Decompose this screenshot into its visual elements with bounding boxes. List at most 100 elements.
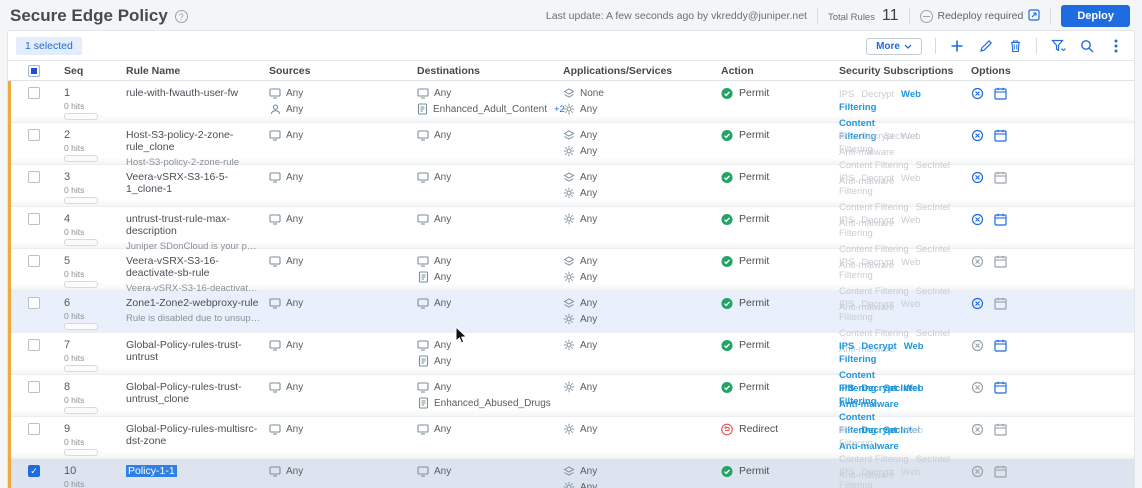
scheduler-icon[interactable] [971, 171, 985, 185]
options-cell [967, 171, 1134, 189]
redeploy-details-icon[interactable] [1028, 9, 1040, 24]
calendar-icon[interactable] [994, 297, 1008, 311]
deploy-button[interactable]: Deploy [1061, 5, 1130, 27]
more-button[interactable]: More [866, 38, 922, 55]
subscription-decrypt: Decrypt [861, 257, 894, 268]
applications-cell: Any [559, 213, 717, 229]
application-line: Any [563, 145, 713, 157]
row-checkbox[interactable] [28, 255, 40, 267]
rule-seq: 8 [64, 381, 118, 393]
action-label: Permit [739, 213, 769, 225]
calendar-icon[interactable] [994, 129, 1008, 143]
table-row[interactable]: 40 hitsuntrust-trust-rule-max-descriptio… [8, 207, 1134, 249]
file-icon [417, 271, 429, 283]
rule-name[interactable]: Global-Policy-rules-multisrc-dst-zone [126, 423, 261, 447]
help-icon[interactable]: ? [175, 10, 188, 23]
options-cell [967, 381, 1134, 399]
applications-cell: AnyAny [559, 465, 717, 488]
monitor-icon [269, 171, 281, 183]
filter-button[interactable] [1050, 38, 1066, 54]
calendar-icon[interactable] [994, 381, 1008, 395]
action-cell: Permit [717, 87, 835, 99]
row-checkbox[interactable] [28, 297, 40, 309]
gear-icon [563, 271, 575, 283]
scheduler-icon[interactable] [971, 465, 985, 479]
calendar-icon[interactable] [994, 339, 1008, 353]
action-cell: Permit [717, 465, 835, 477]
column-header-seq: Seq [60, 65, 122, 77]
row-checkbox[interactable] [28, 129, 40, 141]
row-checkbox[interactable] [28, 213, 40, 225]
row-checkbox[interactable] [28, 171, 40, 183]
edit-rule-button[interactable] [978, 38, 994, 54]
column-header-rule-name: Rule Name [122, 65, 265, 77]
rule-description: Host-S3-policy-2-zone-rule [126, 157, 261, 168]
divider [935, 38, 936, 54]
select-all-checkbox[interactable] [28, 65, 40, 77]
subscription-content-filtering: Content Filtering [839, 286, 909, 297]
add-rule-button[interactable] [949, 38, 965, 54]
apps-icon [563, 297, 575, 309]
file-icon [417, 355, 429, 367]
scheduler-icon[interactable] [971, 255, 985, 269]
row-checkbox[interactable] [28, 423, 40, 435]
rule-name[interactable]: Host-S3-policy-2-zone-rule_clone [126, 129, 261, 153]
application-line: Any [563, 129, 713, 141]
calendar-icon[interactable] [994, 171, 1008, 185]
search-button[interactable] [1079, 38, 1095, 54]
scheduler-icon[interactable] [971, 423, 985, 437]
table-row[interactable]: 10 hitsrule-with-fwauth-user-fwAnyAnyAny… [8, 81, 1134, 123]
row-checkbox[interactable] [28, 339, 40, 351]
table-row[interactable]: 90 hitsGlobal-Policy-rules-multisrc-dst-… [8, 417, 1134, 459]
last-update-text: Last update: A few seconds ago by vkredd… [546, 10, 807, 22]
rule-description: Juniper SDonCloud is your portal to Secu… [126, 241, 261, 252]
source-line: Any [269, 465, 409, 477]
scheduler-icon[interactable] [971, 129, 985, 143]
destination-line: Any [417, 381, 555, 393]
subscription-ips: IPS [839, 257, 854, 268]
column-header-sources: Sources [265, 65, 413, 77]
calendar-icon[interactable] [994, 213, 1008, 227]
rule-name[interactable]: Veera-vSRX-S3-16-deactivate-sb-rule [126, 255, 261, 279]
table-row[interactable]: 80 hitsGlobal-Policy-rules-trust-untrust… [8, 375, 1134, 417]
row-checkbox[interactable]: ✓ [28, 465, 40, 477]
options-cell [967, 465, 1134, 483]
rule-name[interactable]: Global-Policy-rules-trust-untrust [126, 339, 261, 363]
action-label: Permit [739, 381, 769, 393]
application-line: Any [563, 381, 713, 393]
rule-name[interactable]: Global-Policy-rules-trust-untrust_clone [126, 381, 261, 405]
rule-name[interactable]: Zone1-Zone2-webproxy-rule [126, 297, 261, 309]
monitor-icon [417, 129, 429, 141]
subscription-secintel: SecIntel [916, 160, 950, 171]
redeploy-status-icon [920, 10, 933, 23]
rule-name[interactable]: untrust-trust-rule-max-description [126, 213, 261, 237]
scheduler-icon[interactable] [971, 213, 985, 227]
scheduler-icon[interactable] [971, 297, 985, 311]
column-header-destinations: Destinations [413, 65, 559, 77]
table-row[interactable]: 50 hitsVeera-vSRX-S3-16-deactivate-sb-ru… [8, 249, 1134, 291]
destinations-cell: Any [413, 213, 559, 229]
table-row[interactable]: 70 hitsGlobal-Policy-rules-trust-untrust… [8, 333, 1134, 375]
rule-name[interactable]: Veera-vSRX-S3-16-5-1_clone-1 [126, 171, 261, 195]
table-row[interactable]: 20 hitsHost-S3-policy-2-zone-rule_cloneH… [8, 123, 1134, 165]
table-row[interactable]: 30 hitsVeera-vSRX-S3-16-5-1_clone-1AnyAn… [8, 165, 1134, 207]
applications-cell: AnyAny [559, 255, 717, 287]
calendar-icon[interactable] [994, 87, 1008, 101]
hits-bar [64, 239, 98, 246]
rule-name[interactable]: rule-with-fwauth-user-fw [126, 87, 261, 99]
delete-rule-button[interactable] [1007, 38, 1023, 54]
row-checkbox[interactable] [28, 381, 40, 393]
application-line: Any [563, 103, 713, 115]
scheduler-icon[interactable] [971, 339, 985, 353]
scheduler-icon[interactable] [971, 381, 985, 395]
calendar-icon[interactable] [994, 255, 1008, 269]
subscription-decrypt: Decrypt [861, 131, 894, 142]
scheduler-icon[interactable] [971, 87, 985, 101]
row-checkbox[interactable] [28, 87, 40, 99]
table-row[interactable]: 60 hitsZone1-Zone2-webproxy-ruleRule is … [8, 291, 1134, 333]
calendar-icon[interactable] [994, 465, 1008, 479]
action-cell: Permit [717, 255, 835, 267]
rule-name[interactable]: Policy-1-1 [126, 465, 261, 477]
kebab-menu-button[interactable] [1108, 38, 1124, 54]
calendar-icon[interactable] [994, 423, 1008, 437]
